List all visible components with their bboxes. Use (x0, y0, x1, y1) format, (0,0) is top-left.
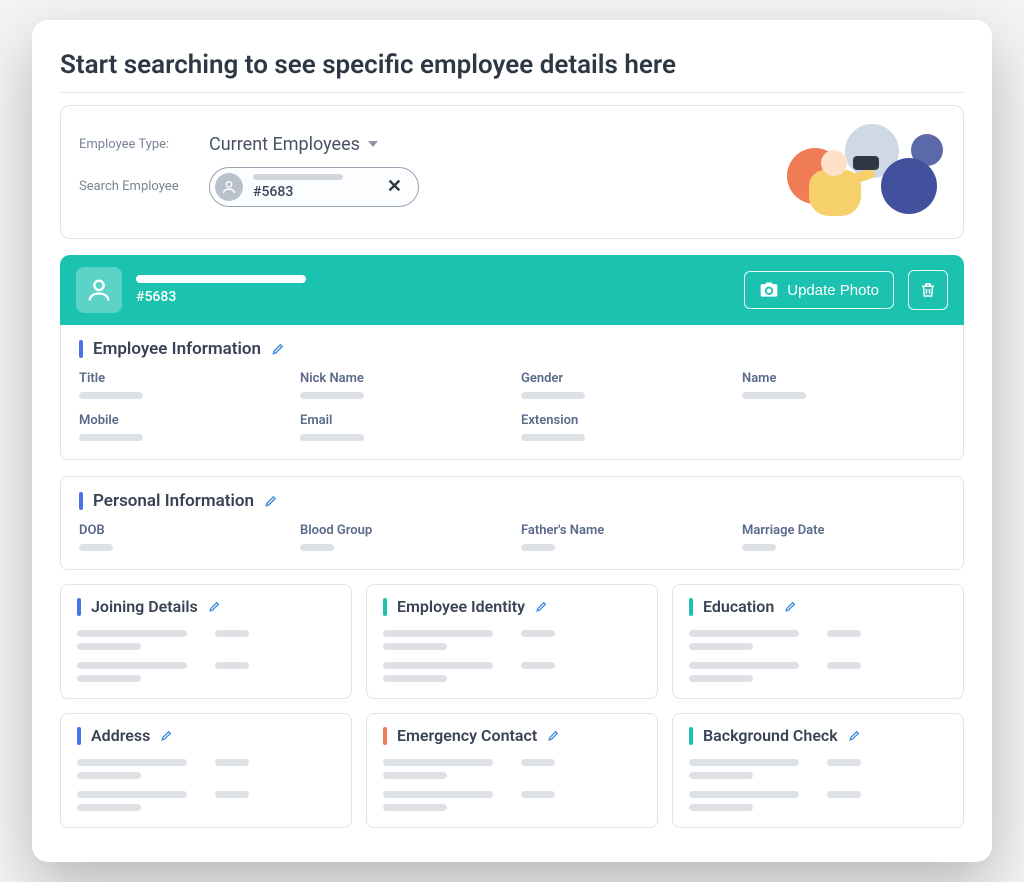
joining-details-card: Joining Details (60, 584, 352, 699)
field-value-placeholder (521, 392, 585, 399)
field-value-placeholder (300, 544, 334, 551)
section-marker (79, 340, 83, 358)
field-label-title: Title (79, 371, 282, 386)
field-label-blood: Blood Group (300, 523, 503, 538)
field-value-placeholder (79, 434, 143, 441)
field-value-placeholder (79, 544, 113, 551)
field-label-marriage: Marriage Date (742, 523, 945, 538)
field-label-gender: Gender (521, 371, 724, 386)
detail-cards-row-2: Address Emergency Contact (60, 713, 964, 828)
section-title: Employee Identity (397, 597, 525, 616)
employee-type-value: Current Employees (209, 134, 360, 155)
section-title: Emergency Contact (397, 726, 537, 745)
chevron-down-icon (368, 141, 378, 147)
field-label-mobile: Mobile (79, 413, 282, 428)
employee-type-select[interactable]: Current Employees (209, 134, 378, 155)
section-title: Employee Information (93, 339, 261, 359)
employee-name-placeholder (136, 275, 306, 283)
field-value-placeholder (742, 544, 776, 551)
section-title: Education (703, 597, 774, 616)
section-title: Background Check (703, 726, 838, 745)
employee-information-card: Employee Information Title Nick Name Gen… (60, 325, 964, 460)
detail-cards-row-1: Joining Details Employee Identity (60, 584, 964, 699)
chip-id: #5683 (253, 184, 375, 200)
field-value-placeholder (79, 392, 143, 399)
section-marker (77, 727, 81, 745)
field-value-placeholder (521, 434, 585, 441)
delete-button[interactable] (908, 270, 948, 310)
field-value-placeholder (742, 392, 806, 399)
edit-icon[interactable] (848, 729, 861, 742)
field-value-placeholder (300, 434, 364, 441)
personal-information-card: Personal Information DOB Blood Group Fat… (60, 476, 964, 570)
section-title: Address (91, 726, 150, 745)
section-marker (77, 598, 81, 616)
update-photo-label: Update Photo (787, 282, 879, 299)
education-card: Education (672, 584, 964, 699)
edit-icon[interactable] (264, 494, 278, 508)
section-marker (689, 598, 693, 616)
field-label-email: Email (300, 413, 503, 428)
edit-icon[interactable] (271, 342, 285, 356)
section-marker (79, 492, 83, 510)
edit-icon[interactable] (160, 729, 173, 742)
field-label-nick: Nick Name (300, 371, 503, 386)
employee-identity-card: Employee Identity (366, 584, 658, 699)
search-employee-input[interactable]: #5683 ✕ (209, 167, 419, 207)
edit-icon[interactable] (535, 600, 548, 613)
section-title: Joining Details (91, 597, 198, 616)
close-icon[interactable]: ✕ (385, 176, 404, 197)
app-window: Start searching to see specific employee… (32, 20, 992, 862)
search-panel: Employee Type: Current Employees Search … (60, 105, 964, 239)
update-photo-button[interactable]: Update Photo (744, 271, 894, 309)
search-employee-label: Search Employee (79, 179, 209, 194)
search-illustration (775, 120, 945, 220)
background-check-card: Background Check (672, 713, 964, 828)
page-title: Start searching to see specific employee… (60, 50, 964, 93)
employee-header: #5683 Update Photo (60, 255, 964, 325)
avatar (76, 267, 122, 313)
field-label-extension: Extension (521, 413, 724, 428)
section-title: Personal Information (93, 491, 254, 511)
field-label-father: Father's Name (521, 523, 724, 538)
edit-icon[interactable] (784, 600, 797, 613)
edit-icon[interactable] (547, 729, 560, 742)
section-marker (383, 727, 387, 745)
employee-id: #5683 (136, 289, 730, 305)
section-marker (383, 598, 387, 616)
field-label-dob: DOB (79, 523, 282, 538)
person-icon (215, 173, 243, 201)
address-card: Address (60, 713, 352, 828)
field-label-name: Name (742, 371, 945, 386)
chip-name-placeholder (253, 174, 343, 180)
edit-icon[interactable] (208, 600, 221, 613)
field-value-placeholder (521, 544, 555, 551)
camera-icon (759, 280, 779, 300)
section-marker (689, 727, 693, 745)
trash-icon (919, 281, 937, 299)
emergency-contact-card: Emergency Contact (366, 713, 658, 828)
field-value-placeholder (300, 392, 364, 399)
employee-type-label: Employee Type: (79, 137, 209, 152)
